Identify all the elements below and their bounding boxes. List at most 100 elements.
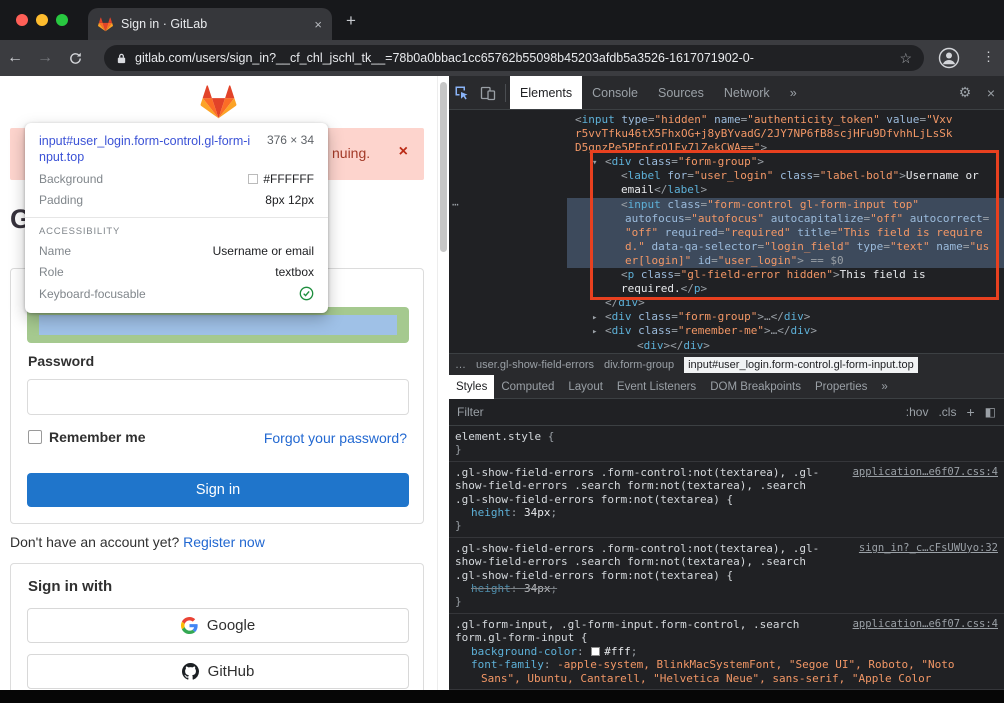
new-style-rule-button[interactable]: + bbox=[966, 404, 974, 420]
signin-button[interactable]: Sign in bbox=[27, 473, 409, 507]
device-toolbar-icon[interactable] bbox=[475, 85, 501, 101]
more-tabs-button[interactable]: » bbox=[780, 76, 807, 109]
breadcrumb-item[interactable]: user.gl-show-field-errors bbox=[476, 359, 594, 371]
tooltip-divider bbox=[25, 217, 328, 218]
dom-line[interactable]: ▾<div class="form-group"> bbox=[449, 155, 1004, 169]
filter-input[interactable]: Filter bbox=[457, 405, 896, 419]
tooltip-label: Name bbox=[39, 244, 71, 258]
dom-line[interactable]: ▸<div class="remember-me">…</div> bbox=[449, 324, 1004, 338]
tab-styles[interactable]: Styles bbox=[449, 375, 494, 399]
window-minimize-button[interactable] bbox=[36, 14, 48, 26]
style-line[interactable]: } bbox=[455, 443, 998, 456]
css-source-link[interactable]: application…e6f07.css:4 bbox=[853, 618, 998, 631]
breadcrumb-item[interactable]: input#user_login.form-control.gl-form-in… bbox=[684, 357, 918, 373]
dom-line[interactable]: <label for="user_login" class="label-bol… bbox=[449, 169, 1004, 183]
collapse-arrow-icon[interactable]: ▾ bbox=[592, 156, 597, 170]
tooltip-value: 8px 12px bbox=[265, 193, 314, 207]
panel-layout-icon[interactable]: ◧ bbox=[985, 405, 996, 419]
style-rule[interactable]: application…e6f07.css:4.gl-form-input, .… bbox=[449, 614, 1004, 690]
dom-line[interactable]: email</label> bbox=[449, 183, 1004, 197]
password-input[interactable] bbox=[27, 379, 409, 415]
dom-line[interactable]: required.</p> bbox=[449, 282, 1004, 296]
expand-arrow-icon[interactable]: ▸ bbox=[592, 325, 597, 339]
tab-dom-breakpoints[interactable]: DOM Breakpoints bbox=[703, 375, 808, 399]
tab-event-listeners[interactable]: Event Listeners bbox=[610, 375, 703, 399]
forgot-password-link[interactable]: Forgot your password? bbox=[264, 430, 407, 446]
style-rule[interactable]: element.style {} bbox=[449, 426, 1004, 462]
new-tab-button[interactable]: + bbox=[346, 11, 356, 31]
style-line[interactable]: element.style { bbox=[455, 430, 998, 443]
css-source-link[interactable]: sign_in?_c…cFsUWUyo:32 bbox=[859, 542, 998, 555]
profile-avatar-icon[interactable] bbox=[938, 47, 960, 69]
toggle-classes-button[interactable]: .cls bbox=[938, 405, 956, 419]
window-close-button[interactable] bbox=[16, 14, 28, 26]
devtools-settings-icon[interactable]: ⚙ bbox=[952, 84, 978, 101]
expand-arrow-icon[interactable]: ▸ bbox=[592, 311, 597, 325]
tab-console[interactable]: Console bbox=[582, 76, 648, 109]
inspect-element-icon[interactable] bbox=[449, 85, 475, 101]
dom-line[interactable]: <div></div> bbox=[449, 339, 1004, 353]
breadcrumb-item[interactable]: div.form-group bbox=[604, 359, 674, 371]
tab-network[interactable]: Network bbox=[714, 76, 780, 109]
dom-line[interactable]: <input class="form-control gl-form-input… bbox=[449, 198, 1004, 212]
style-line[interactable]: .gl-show-field-errors form:not(textarea)… bbox=[455, 493, 998, 506]
style-line[interactable]: } bbox=[455, 519, 998, 532]
style-line[interactable]: font-family: -apple-system, BlinkMacSyst… bbox=[455, 658, 998, 671]
tab-properties[interactable]: Properties bbox=[808, 375, 874, 399]
browser-menu-icon[interactable]: ⋮ bbox=[982, 49, 995, 65]
style-line[interactable]: Sans", Ubuntu, Cantarell, "Helvetica Neu… bbox=[455, 672, 998, 685]
dom-line[interactable]: "off" required="required" title="This fi… bbox=[449, 226, 1004, 240]
devtools-toolbar: Elements Console Sources Network » ⚙ × bbox=[449, 76, 1004, 110]
register-now-link[interactable]: Register now bbox=[183, 534, 265, 550]
toggle-hover-state-button[interactable]: :hov bbox=[906, 405, 929, 419]
sidebar-tabs: Styles Computed Layout Event Listeners D… bbox=[449, 375, 1004, 399]
style-rule[interactable]: sign_in?_c…cFsUWUyo:32 .gl-show-field-err… bbox=[449, 538, 1004, 614]
alert-close-icon[interactable]: × bbox=[399, 143, 408, 161]
tab-computed[interactable]: Computed bbox=[494, 375, 561, 399]
style-line[interactable]: show-field-errors .search form:not(texta… bbox=[455, 479, 998, 492]
google-signin-button[interactable]: Google bbox=[27, 608, 409, 643]
remember-me-checkbox[interactable] bbox=[28, 430, 42, 444]
reload-button[interactable] bbox=[60, 51, 90, 66]
back-button[interactable]: ← bbox=[0, 49, 30, 67]
dom-line[interactable]: d." data-qa-selector="login_field" type=… bbox=[449, 240, 1004, 254]
tab-elements[interactable]: Elements bbox=[510, 76, 582, 109]
page-scrollbar[interactable] bbox=[437, 76, 449, 690]
dom-line[interactable]: autofocus="autofocus" autocapitalize="of… bbox=[449, 212, 1004, 226]
address-bar[interactable]: gitlab.com/users/sign_in?__cf_chl_jschl_… bbox=[104, 45, 924, 71]
dom-line[interactable]: </div> bbox=[449, 296, 1004, 310]
forward-button[interactable]: → bbox=[30, 49, 60, 67]
gitlab-favicon-icon bbox=[98, 17, 113, 32]
alert-text-fragment: nuing. bbox=[332, 145, 370, 161]
scrollbar-thumb[interactable] bbox=[440, 82, 447, 252]
browser-toolbar: ← → gitlab.com/users/sign_in?__cf_chl_js… bbox=[0, 40, 1004, 76]
devtools-close-icon[interactable]: × bbox=[978, 85, 1004, 101]
github-logo-icon bbox=[182, 663, 199, 680]
dom-line[interactable]: <p class="gl-field-error hidden">This fi… bbox=[449, 268, 1004, 282]
dom-line[interactable]: er[login]" id="user_login"> == $0 bbox=[449, 254, 1004, 268]
bookmark-star-icon[interactable]: ☆ bbox=[899, 50, 912, 67]
breadcrumb-item[interactable]: … bbox=[455, 359, 466, 371]
more-panel-tabs-button[interactable]: » bbox=[874, 375, 894, 399]
dom-line[interactable]: <input type="hidden" name="authenticity_… bbox=[449, 113, 1004, 127]
dom-line[interactable]: ▸<div class="form-group">…</div> bbox=[449, 310, 1004, 324]
style-line[interactable]: background-color: #fff; bbox=[455, 645, 998, 658]
style-line[interactable]: height: 34px; bbox=[455, 582, 998, 595]
inspected-element-dimensions: 376 × 34 bbox=[259, 133, 314, 165]
style-line[interactable]: show-field-errors .search form:not(texta… bbox=[455, 555, 998, 568]
style-line[interactable]: form.gl-form-input { bbox=[455, 631, 998, 644]
style-rule[interactable]: application…e6f07.css:4 .gl-show-field-er… bbox=[449, 462, 1004, 538]
dom-line[interactable]: r5vvTfku46tX5FhxOG+j8yBYvadG/2JY7NP6fB8s… bbox=[449, 127, 1004, 141]
style-line[interactable]: } bbox=[455, 595, 998, 608]
browser-tab[interactable]: Sign in · GitLab × bbox=[88, 8, 332, 40]
tab-layout[interactable]: Layout bbox=[561, 375, 610, 399]
tab-close-icon[interactable]: × bbox=[314, 17, 322, 32]
css-source-link[interactable]: application…e6f07.css:4 bbox=[853, 466, 998, 479]
github-signin-button[interactable]: GitHub bbox=[27, 654, 409, 689]
style-line[interactable]: height: 34px; bbox=[455, 506, 998, 519]
tab-sources[interactable]: Sources bbox=[648, 76, 714, 109]
tooltip-label: Role bbox=[39, 265, 64, 279]
dom-line[interactable]: D5gnzPe5PEnfrQ1Fv7lZekCWA=="> bbox=[449, 141, 1004, 155]
window-fullscreen-button[interactable] bbox=[56, 14, 68, 26]
style-line[interactable]: .gl-show-field-errors form:not(textarea)… bbox=[455, 569, 998, 582]
